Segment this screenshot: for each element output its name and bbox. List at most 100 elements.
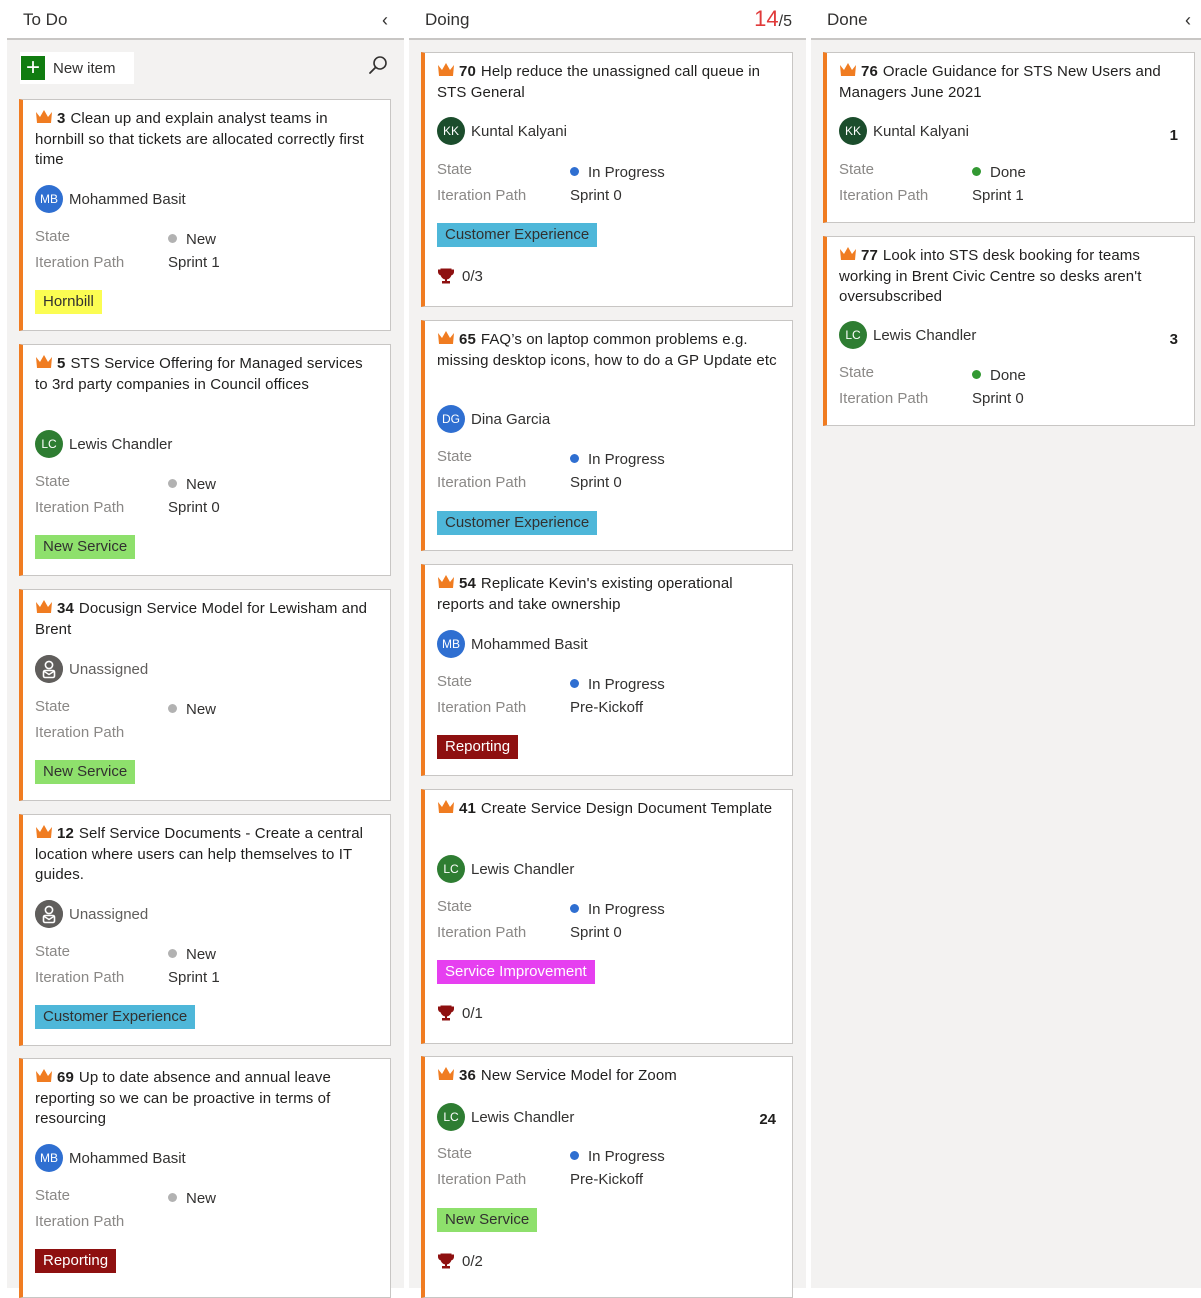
state-label: State xyxy=(437,898,473,915)
search-icon[interactable] xyxy=(367,54,389,76)
card-assignee[interactable]: LC Lewis Chandler xyxy=(839,320,976,350)
card-title[interactable]: 70 Help reduce the unassigned call queue … xyxy=(437,62,780,103)
card-title[interactable]: 41 Create Service Design Document Templat… xyxy=(437,799,780,820)
card-title[interactable]: 54 Replicate Kevin's existing operational… xyxy=(437,574,780,615)
card-title[interactable]: 69 Up to date absence and annual leave re… xyxy=(35,1068,378,1130)
work-item-card[interactable]: 77 Look into STS desk booking for teams w… xyxy=(823,236,1195,426)
tag[interactable]: Customer Experience xyxy=(35,1005,196,1029)
work-item-card[interactable]: 34 Docusign Service Model for Lewisham an… xyxy=(19,589,391,801)
tag[interactable]: New Service xyxy=(35,535,136,559)
work-item-card[interactable]: 76 Oracle Guidance for STS New Users and … xyxy=(823,52,1195,223)
state-value[interactable]: In Progress xyxy=(570,164,665,181)
iteration-label: Iteration Path xyxy=(437,924,527,941)
card-title[interactable]: 76 Oracle Guidance for STS New Users and … xyxy=(839,62,1182,103)
card-title[interactable]: 5 STS Service Offering for Managed servic… xyxy=(35,354,378,395)
iteration-value[interactable]: Sprint 1 xyxy=(168,969,220,986)
card-assignee[interactable]: LC Lewis Chandler xyxy=(437,854,574,884)
iteration-label: Iteration Path xyxy=(35,1213,125,1230)
state-value[interactable]: In Progress xyxy=(570,451,665,468)
card-title[interactable]: 3 Clean up and explain analyst teams in h… xyxy=(35,109,378,171)
state-value[interactable]: New xyxy=(168,946,216,963)
work-item-card[interactable]: 36 New Service Model for Zoom LC Lewis Ch… xyxy=(421,1056,793,1298)
state-dot xyxy=(972,370,981,379)
card-assignee[interactable]: Unassigned xyxy=(35,899,148,929)
tag[interactable]: Reporting xyxy=(35,1249,117,1273)
new-item-row: + New item xyxy=(20,52,393,84)
iteration-value[interactable]: Sprint 0 xyxy=(570,187,622,204)
work-item-card[interactable]: 3 Clean up and explain analyst teams in h… xyxy=(19,99,391,331)
state-value[interactable]: Done xyxy=(972,367,1026,384)
card-assignee[interactable]: MB Mohammed Basit xyxy=(35,184,186,214)
checklist-progress[interactable]: 0/2 xyxy=(437,1252,483,1270)
card-title[interactable]: 34 Docusign Service Model for Lewisham an… xyxy=(35,599,378,640)
card-title[interactable]: 36 New Service Model for Zoom xyxy=(437,1066,780,1087)
checklist-count: 0/3 xyxy=(462,267,483,285)
work-item-card[interactable]: 54 Replicate Kevin's existing operational… xyxy=(421,564,793,776)
state-value[interactable]: New xyxy=(168,1190,216,1207)
iteration-value[interactable]: Pre-Kickoff xyxy=(570,1171,643,1188)
state-label: State xyxy=(437,673,473,690)
tag[interactable]: Reporting xyxy=(437,735,519,759)
work-item-card[interactable]: 65 FAQ’s on laptop common problems e.g. m… xyxy=(421,320,793,551)
tag[interactable]: Hornbill xyxy=(35,290,102,314)
wip-count: 14 xyxy=(754,6,779,31)
card-title[interactable]: 65 FAQ’s on laptop common problems e.g. m… xyxy=(437,330,780,371)
checklist-progress[interactable]: 0/1 xyxy=(437,1004,483,1022)
card-assignee[interactable]: LC Lewis Chandler xyxy=(35,429,172,459)
card-assignee[interactable]: MB Mohammed Basit xyxy=(35,1143,186,1173)
iteration-value[interactable]: Sprint 0 xyxy=(570,924,622,941)
work-item-card[interactable]: 70 Help reduce the unassigned call queue … xyxy=(421,52,793,307)
card-assignee[interactable]: KK Kuntal Kalyani xyxy=(437,116,567,146)
effort-value: 1 xyxy=(1169,127,1178,144)
effort-value: 24 xyxy=(759,1111,776,1128)
card-id: 77 xyxy=(861,247,878,264)
checklist-count: 0/2 xyxy=(462,1252,483,1270)
tag[interactable]: Customer Experience xyxy=(437,511,598,535)
trophy-icon xyxy=(437,1005,455,1021)
iteration-field: Iteration Path Sprint 0 xyxy=(839,390,1182,410)
iteration-value[interactable]: Sprint 1 xyxy=(168,254,220,271)
tag[interactable]: New Service xyxy=(35,760,136,784)
card-assignee[interactable]: LC Lewis Chandler xyxy=(437,1102,574,1132)
iteration-field: Iteration Path Sprint 1 xyxy=(839,187,1182,207)
state-text: Done xyxy=(990,164,1026,181)
state-value[interactable]: Done xyxy=(972,164,1026,181)
work-item-card[interactable]: 69 Up to date absence and annual leave re… xyxy=(19,1058,391,1298)
work-item-card[interactable]: 41 Create Service Design Document Templat… xyxy=(421,789,793,1044)
iteration-value[interactable]: Pre-Kickoff xyxy=(570,699,643,716)
state-dot xyxy=(168,1193,177,1202)
state-value[interactable]: In Progress xyxy=(570,676,665,693)
iteration-field: Iteration Path Sprint 1 xyxy=(35,254,378,274)
state-value[interactable]: New xyxy=(168,476,216,493)
card-title[interactable]: 77 Look into STS desk booking for teams w… xyxy=(839,246,1182,308)
work-item-card[interactable]: 5 STS Service Offering for Managed servic… xyxy=(19,344,391,576)
work-item-card[interactable]: 12 Self Service Documents - Create a cent… xyxy=(19,814,391,1046)
tag[interactable]: Customer Experience xyxy=(437,223,598,247)
card-assignee[interactable]: Unassigned xyxy=(35,654,148,684)
card-assignee[interactable]: MB Mohammed Basit xyxy=(437,629,588,659)
state-value[interactable]: New xyxy=(168,701,216,718)
assignee-name: Lewis Chandler xyxy=(471,860,575,878)
state-dot xyxy=(168,234,177,243)
chevron-left-icon[interactable]: ‹ xyxy=(382,10,388,31)
iteration-value[interactable]: Sprint 0 xyxy=(570,474,622,491)
chevron-left-icon[interactable]: ‹ xyxy=(1185,10,1191,31)
card-assignee[interactable]: KK Kuntal Kalyani xyxy=(839,116,969,146)
tag[interactable]: New Service xyxy=(437,1208,538,1232)
iteration-value[interactable]: Sprint 0 xyxy=(168,499,220,516)
state-field: State Done xyxy=(839,364,1182,384)
state-value[interactable]: In Progress xyxy=(570,901,665,918)
card-title[interactable]: 12 Self Service Documents - Create a cent… xyxy=(35,824,378,886)
iteration-value[interactable]: Sprint 0 xyxy=(972,390,1024,407)
new-item-button[interactable]: + New item xyxy=(20,52,134,84)
state-field: State In Progress xyxy=(437,673,780,693)
state-value[interactable]: In Progress xyxy=(570,1148,665,1165)
iteration-value[interactable]: Sprint 1 xyxy=(972,187,1024,204)
card-assignee[interactable]: DG Dina Garcia xyxy=(437,404,550,434)
card-title-text: Oracle Guidance for STS New Users and Ma… xyxy=(839,63,1161,101)
column-title: Done xyxy=(827,10,868,29)
avatar: KK xyxy=(437,117,465,145)
tag[interactable]: Service Improvement xyxy=(437,960,595,984)
state-value[interactable]: New xyxy=(168,231,216,248)
checklist-progress[interactable]: 0/3 xyxy=(437,267,483,285)
